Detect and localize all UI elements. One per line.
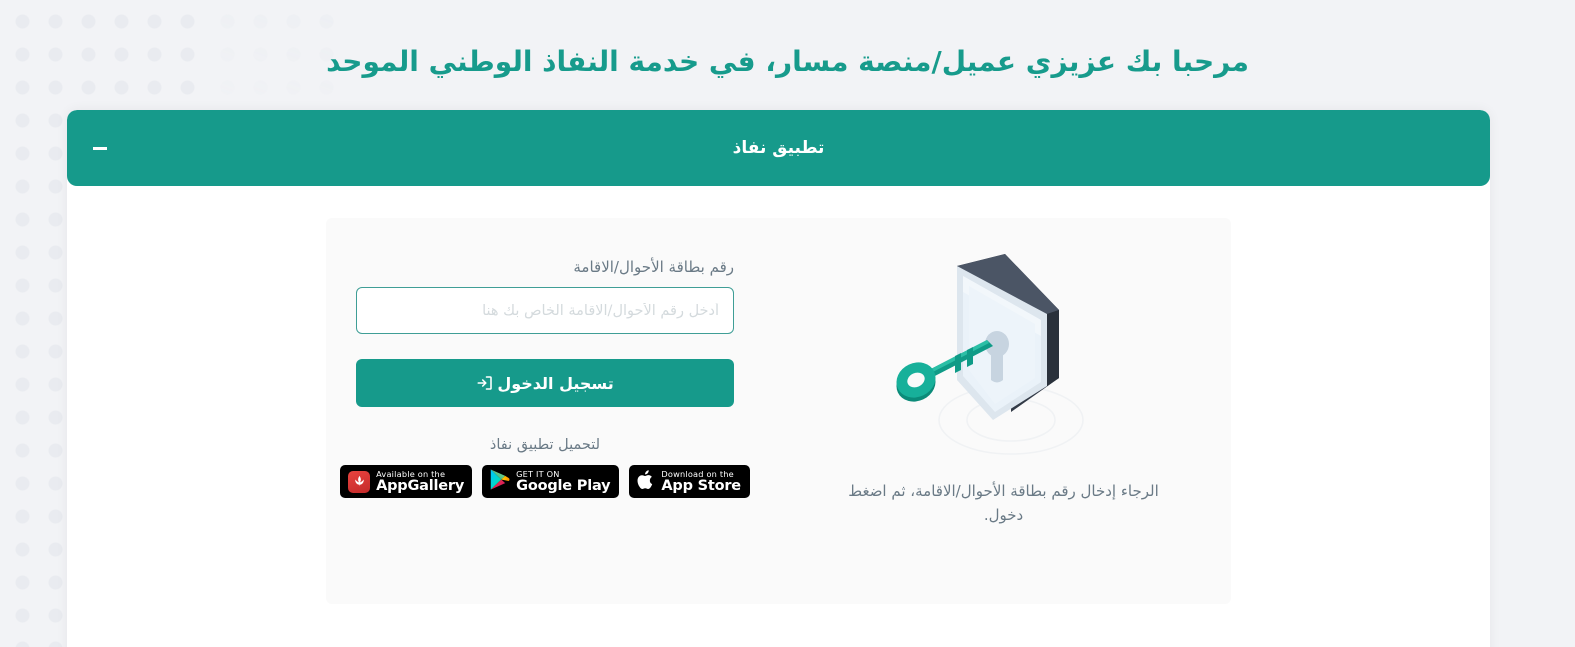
google-play-badge-text: GET IT ON Google Play [516,468,611,494]
login-button[interactable]: تسجيل الدخول [356,359,734,407]
page-root: مرحبا بك عزيزي عميل/منصة مسار، في خدمة ا… [0,0,1575,647]
appgallery-badge[interactable]: Available on the AppGallery [340,465,473,498]
accordion-title: تطبيق نفاذ [732,138,825,158]
google-play-small-text: GET IT ON [516,468,560,479]
huawei-logo-icon [348,470,371,493]
minus-icon-bar [93,146,107,150]
id-field-label: رقم بطاقة الأحوال/الاقامة [573,258,734,276]
login-container-card: تطبيق نفاذ رقم بطاقة الأحوال/الاقامة تسج… [67,110,1490,647]
minus-icon[interactable] [89,137,111,159]
accordion-header-nafath-app[interactable]: تطبيق نفاذ [67,110,1490,186]
appgallery-small-text: Available on the [376,468,446,479]
appgallery-badge-text: Available on the AppGallery [376,468,465,494]
page-title: مرحبا بك عزيزي عميل/منصة مسار، في خدمة ا… [326,45,1249,78]
app-store-badge[interactable]: Download on the App Store [629,465,750,498]
app-store-badge-text: Download on the App Store [661,468,741,494]
app-store-big-text: App Store [661,477,741,494]
national-id-input[interactable] [356,287,734,334]
app-store-small-text: Download on the [661,468,734,479]
login-button-label: تسجيل الدخول [497,373,614,393]
store-badge-row: Available on the AppGallery GET IT ON Go… [340,465,750,498]
shield-key-illustration [889,252,1119,471]
login-form-column: رقم بطاقة الأحوال/الاقامة تسجيل الدخول ل… [326,218,776,498]
google-play-badge[interactable]: GET IT ON Google Play [482,465,620,498]
download-app-label: لتحميل تطبيق نفاذ [489,437,601,453]
illustration-column: الرجاء إدخال رقم بطاقة الأحوال/الاقامة، … [776,218,1231,527]
appgallery-big-text: AppGallery [376,477,465,494]
google-play-big-text: Google Play [516,477,611,494]
illustration-caption: الرجاء إدخال رقم بطاقة الأحوال/الاقامة، … [848,482,1159,524]
google-play-icon [489,468,510,495]
apple-logo-icon [636,469,655,495]
login-panel: رقم بطاقة الأحوال/الاقامة تسجيل الدخول ل… [326,218,1231,604]
sign-in-icon [476,374,494,392]
